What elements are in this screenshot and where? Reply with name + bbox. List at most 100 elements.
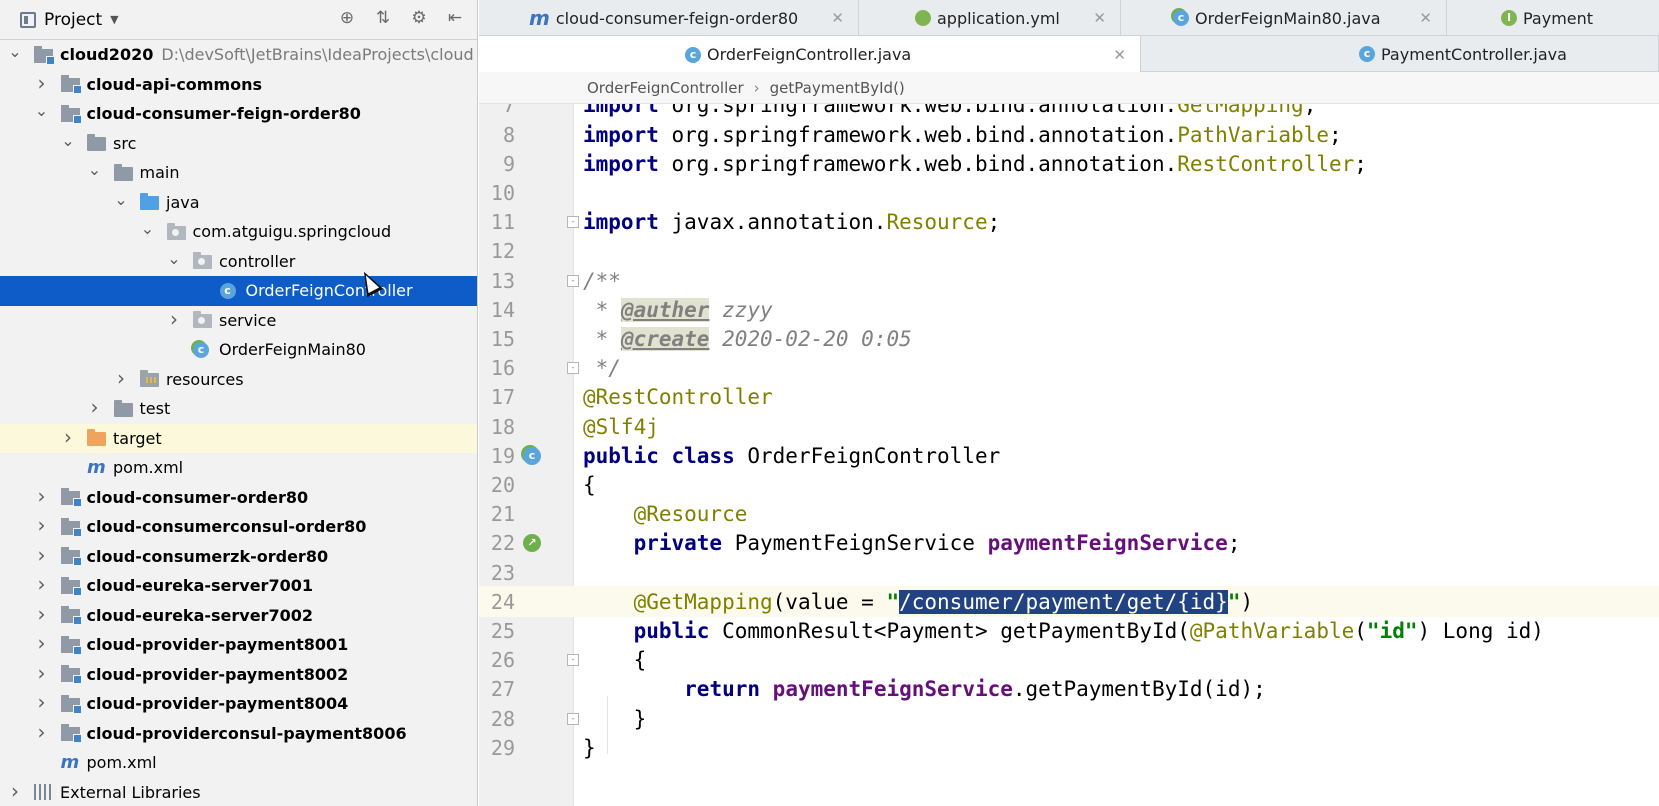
- tree-row[interactable]: › cloud-provider-payment8004: [0, 689, 477, 719]
- tree-row[interactable]: ⌄ com.atguigu.springcloud: [0, 217, 477, 247]
- code-line[interactable]: 9 import org.springframework.web.bind.ann…: [479, 148, 1659, 179]
- tree-row[interactable]: ⌄ controller: [0, 247, 477, 277]
- close-icon[interactable]: ✕: [831, 9, 844, 27]
- chevron-down-icon[interactable]: ⌄: [88, 160, 102, 179]
- editor-tab[interactable]: c OrderFeignMain80.java ✕: [1121, 0, 1447, 36]
- hide-icon[interactable]: ⇤: [444, 8, 466, 28]
- tree-row[interactable]: c OrderFeignMain80: [0, 335, 477, 365]
- editor-tab[interactable]: I Payment: [1447, 0, 1659, 36]
- tree-row[interactable]: › cloud-consumer-order80: [0, 483, 477, 513]
- code-line[interactable]: 17 @RestController: [479, 382, 1659, 413]
- tree-row[interactable]: › service: [0, 306, 477, 336]
- code-line[interactable]: 12: [479, 236, 1659, 267]
- tree-row[interactable]: ⌄ src: [0, 129, 477, 159]
- tree-row[interactable]: › cloud-eureka-server7001: [0, 571, 477, 601]
- chevron-right-icon[interactable]: ›: [61, 425, 75, 449]
- code-line[interactable]: 24 @GetMapping(value = "/consumer/paymen…: [479, 586, 1659, 618]
- code-editor[interactable]: 7 import org.springframework.web.bind.ann…: [479, 104, 1659, 806]
- chevron-down-icon[interactable]: ▼: [110, 13, 118, 26]
- tree-row[interactable]: › cloud-providerconsul-payment8006: [0, 719, 477, 749]
- code-line[interactable]: 27 return paymentFeignService.getPayment…: [479, 674, 1659, 705]
- fold-icon[interactable]: -: [567, 712, 579, 725]
- tree-row[interactable]: m pom.xml: [0, 453, 477, 483]
- chevron-right-icon[interactable]: ›: [88, 395, 102, 419]
- code-line[interactable]: 22 ↗ private PaymentFeignService paymentF…: [479, 528, 1659, 559]
- chevron-right-icon[interactable]: ›: [35, 690, 49, 714]
- code-line[interactable]: 25 public CommonResult<Payment> getPayme…: [479, 616, 1659, 647]
- chevron-down-icon[interactable]: ⌄: [167, 249, 181, 268]
- tree-item-name: cloud-consumer-order80: [86, 487, 309, 507]
- tree-row[interactable]: › External Libraries: [0, 778, 477, 806]
- chevron-right-icon[interactable]: ›: [35, 602, 49, 626]
- code-line[interactable]: 29}: [479, 732, 1659, 763]
- editor-tab[interactable]: c PaymentController.java: [1141, 36, 1659, 72]
- code-line[interactable]: 23: [479, 557, 1659, 588]
- chevron-down-icon[interactable]: ⌄: [8, 42, 22, 61]
- code-text: return paymentFeignService.getPaymentByI…: [583, 677, 1266, 701]
- editor-tab[interactable]: c OrderFeignController.java ✕: [479, 36, 1141, 73]
- collapse-icon[interactable]: ⇅: [372, 8, 394, 28]
- tree-row[interactable]: › cloud-provider-payment8001: [0, 630, 477, 660]
- code-line[interactable]: 16 - */: [479, 353, 1659, 384]
- code-line[interactable]: 18 @Slf4j: [479, 411, 1659, 442]
- editor-tab[interactable]: application.yml ✕: [859, 0, 1121, 36]
- code-line[interactable]: 15 * @create 2020-02-20 0:05: [479, 324, 1659, 355]
- chevron-right-icon[interactable]: ›: [35, 572, 49, 596]
- tree-row[interactable]: › resources: [0, 365, 477, 395]
- fold-icon[interactable]: -: [567, 274, 579, 287]
- chevron-right-icon[interactable]: ›: [35, 720, 49, 744]
- code-line[interactable]: 14 * @auther zzyy: [479, 294, 1659, 325]
- close-icon[interactable]: ✕: [1419, 9, 1432, 27]
- tree-row[interactable]: › cloud-provider-payment8002: [0, 660, 477, 690]
- code-line[interactable]: 26 - {: [479, 645, 1659, 676]
- chevron-right-icon[interactable]: ›: [167, 307, 181, 331]
- target-icon[interactable]: ⊕: [336, 8, 358, 28]
- close-icon[interactable]: ✕: [1113, 46, 1126, 64]
- chevron-down-icon[interactable]: ⌄: [61, 131, 75, 150]
- chevron-down-icon[interactable]: ⌄: [35, 101, 49, 120]
- fold-icon[interactable]: -: [567, 216, 579, 229]
- code-line[interactable]: 28 - }: [479, 703, 1659, 734]
- tree-row[interactable]: ⌄ cloud2020 D:\devSoft\JetBrains\IdeaProje…: [0, 40, 477, 70]
- code-line[interactable]: 10: [479, 178, 1659, 209]
- editor-tab[interactable]: m cloud-consumer-feign-order80 ✕: [479, 0, 859, 36]
- chevron-right-icon[interactable]: ›: [35, 513, 49, 537]
- chevron-right-icon[interactable]: ›: [114, 366, 128, 390]
- tree-row[interactable]: › cloud-api-commons: [0, 70, 477, 100]
- code-line[interactable]: 13 -/**: [479, 265, 1659, 296]
- code-line[interactable]: 19 c public class OrderFeignController: [479, 440, 1659, 471]
- breadcrumb-method[interactable]: getPaymentById(): [770, 79, 905, 97]
- tree-row[interactable]: › cloud-consumerzk-order80: [0, 542, 477, 572]
- chevron-right-icon[interactable]: ›: [35, 71, 49, 95]
- tree-row[interactable]: › cloud-eureka-server7002: [0, 601, 477, 631]
- chevron-down-icon[interactable]: ⌄: [141, 219, 155, 238]
- breadcrumb-class[interactable]: OrderFeignController: [587, 79, 744, 97]
- tree-row[interactable]: › test: [0, 394, 477, 424]
- tree-row[interactable]: c OrderFeignController: [0, 276, 477, 306]
- chevron-right-icon[interactable]: ›: [35, 661, 49, 685]
- project-panel-title[interactable]: Project: [44, 10, 102, 30]
- code-line[interactable]: 20 {: [479, 470, 1659, 501]
- tree-row[interactable]: m pom.xml: [0, 748, 477, 778]
- chevron-right-icon[interactable]: ›: [35, 543, 49, 567]
- tree-row[interactable]: ⌄ cloud-consumer-feign-order80: [0, 99, 477, 129]
- tree-row[interactable]: › target: [0, 423, 477, 453]
- chevron-right-icon[interactable]: ›: [35, 484, 49, 508]
- close-icon[interactable]: ✕: [1093, 9, 1106, 27]
- code-line[interactable]: 8 import org.springframework.web.bind.ann…: [479, 119, 1659, 150]
- tree-row[interactable]: › cloud-consumerconsul-order80: [0, 512, 477, 542]
- gear-icon[interactable]: ⚙: [408, 8, 430, 28]
- chevron-right-icon[interactable]: ›: [8, 779, 22, 803]
- fold-icon[interactable]: -: [567, 362, 579, 375]
- spring-class-icon[interactable]: c: [523, 446, 541, 465]
- bean-icon[interactable]: ↗: [523, 534, 541, 553]
- tree-item-name: External Libraries: [60, 782, 201, 802]
- fold-icon[interactable]: -: [567, 654, 579, 667]
- source-folder-icon: [140, 193, 159, 211]
- code-line[interactable]: 11 - import javax.annotation.Resource;: [479, 207, 1659, 238]
- chevron-right-icon[interactable]: ›: [35, 631, 49, 655]
- tree-row[interactable]: ⌄ main: [0, 158, 477, 188]
- code-line[interactable]: 21 @Resource: [479, 499, 1659, 530]
- chevron-down-icon[interactable]: ⌄: [114, 190, 128, 209]
- tree-row[interactable]: ⌄ java: [0, 188, 477, 218]
